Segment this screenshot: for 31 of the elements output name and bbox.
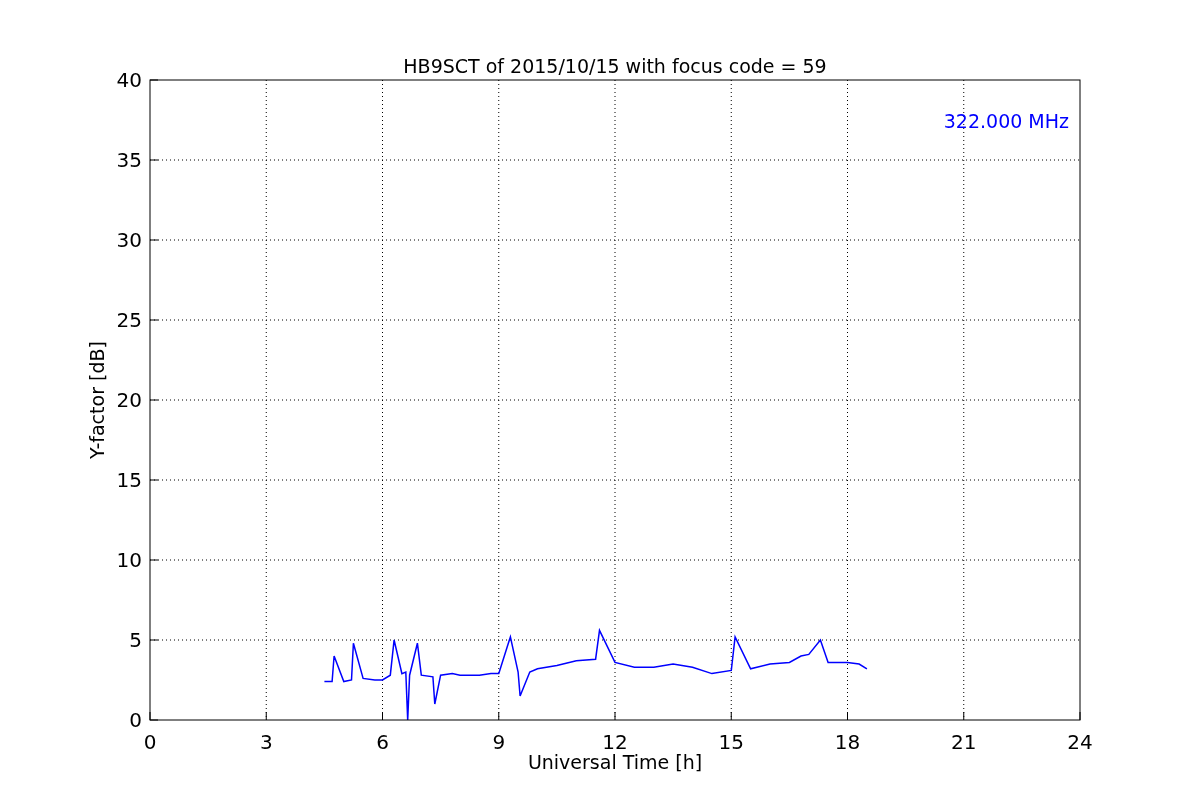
y-tick-label: 40 (116, 68, 142, 92)
tick-mark (498, 711, 500, 721)
y-tick-label: 35 (116, 148, 142, 172)
x-tick-label: 9 (492, 730, 506, 754)
y-tick-label: 0 (129, 708, 142, 732)
x-tick-label: 0 (143, 730, 157, 754)
tick-mark (1079, 711, 1081, 721)
x-tick-label: 24 (1067, 730, 1093, 754)
tick-mark (847, 711, 848, 721)
chart-title: HB9SCT of 2015/10/15 with focus code = 59 (403, 55, 827, 77)
y-tick-label: 25 (116, 308, 142, 332)
y-tick-label: 10 (116, 548, 142, 572)
x-tick-label: 6 (376, 730, 389, 754)
tick-mark (265, 711, 267, 721)
y-tick-label: 5 (129, 628, 142, 652)
x-tick-label: 12 (602, 730, 628, 754)
y-axis-label: Y-factor [dB] (86, 341, 108, 459)
y-tick-label: 20 (116, 388, 142, 412)
tick-mark (730, 711, 732, 721)
x-tick-label: 15 (718, 730, 744, 754)
tick-mark (614, 711, 616, 721)
tick-mark (382, 711, 383, 721)
y-tick-label: 15 (116, 468, 142, 492)
x-tick-label: 3 (259, 730, 273, 754)
x-tick-label: 21 (951, 730, 977, 754)
series-label: 322.000 MHz (943, 110, 1069, 132)
tick-mark (963, 711, 965, 721)
y-tick-label: 30 (116, 228, 142, 252)
tick-mark (149, 79, 159, 81)
x-axis-label: Universal Time [h] (527, 751, 703, 773)
x-tick-label: 18 (834, 730, 861, 754)
